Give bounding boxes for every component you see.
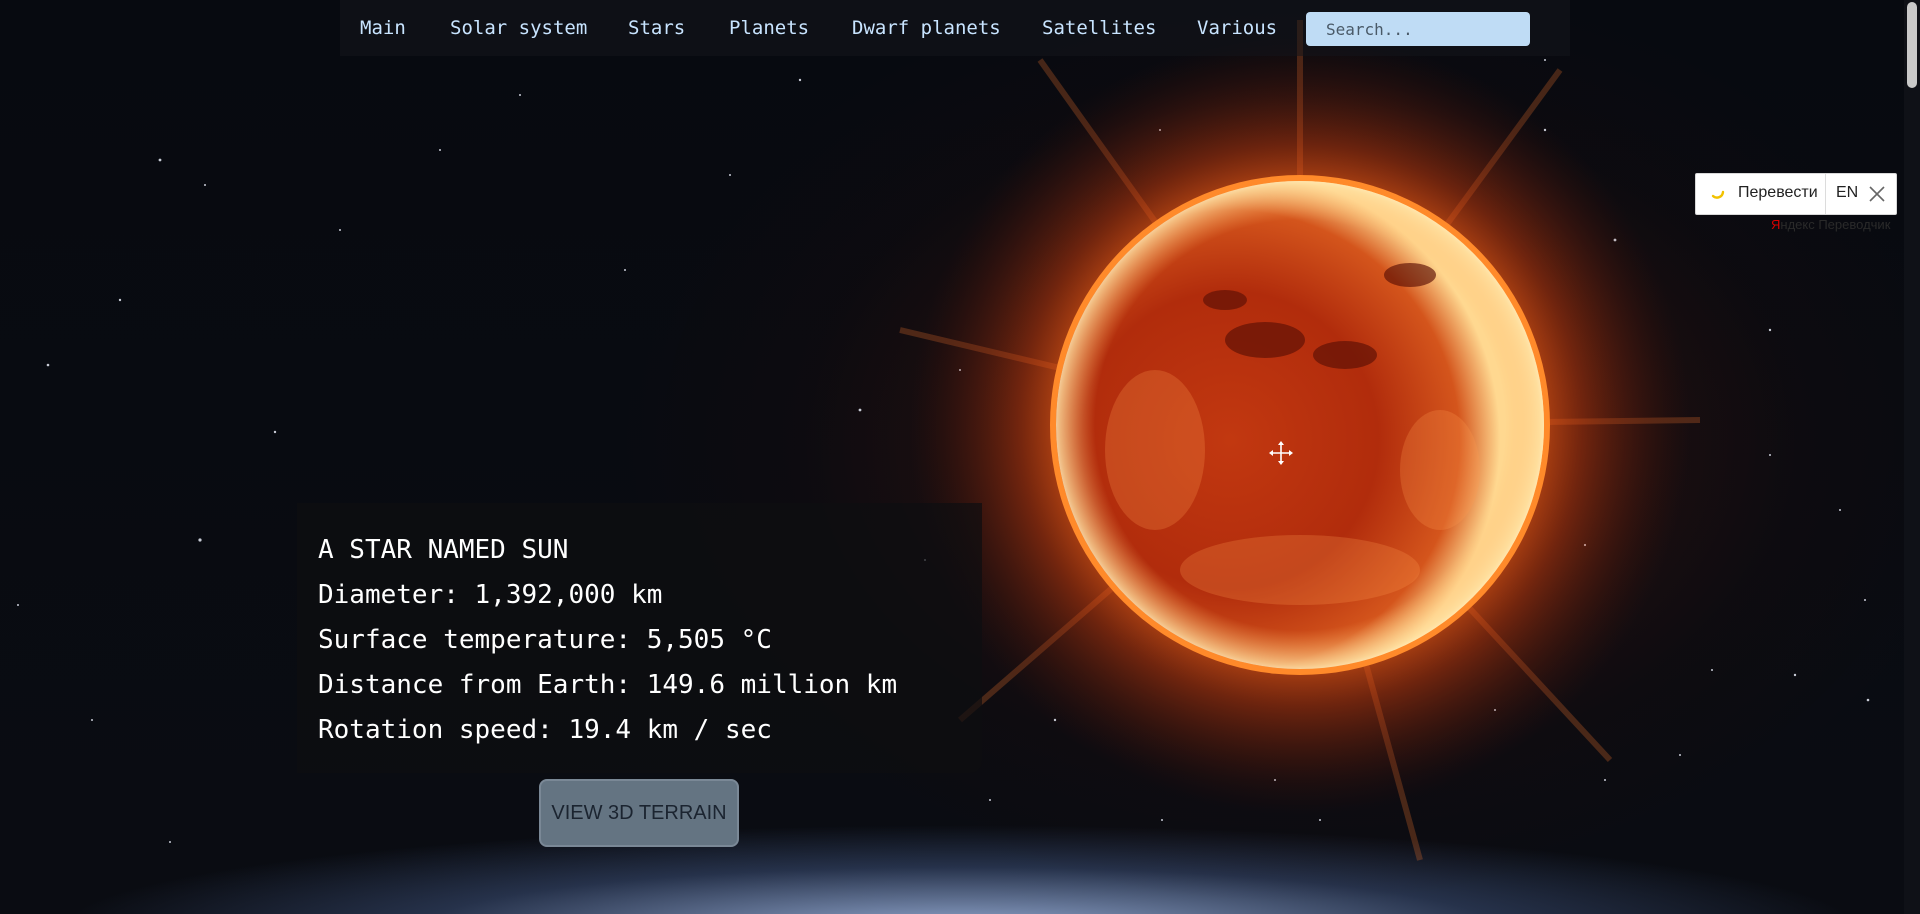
info-title: A STAR NAMED SUN: [318, 535, 569, 565]
brand-mark: Я: [1771, 217, 1781, 232]
yandex-translator-brand: Яндекс Переводчик: [1771, 217, 1890, 232]
info-distance: Distance from Earth: 149.6 million km: [318, 670, 898, 700]
search-input[interactable]: [1306, 12, 1530, 46]
scrollbar-thumb[interactable]: [1907, 2, 1917, 88]
nav-solar-system[interactable]: Solar system: [450, 17, 587, 39]
close-icon[interactable]: [1868, 185, 1886, 203]
nav-stars[interactable]: Stars: [628, 17, 685, 39]
scrollbar-track[interactable]: [1904, 0, 1920, 914]
spinner-icon: [1711, 190, 1725, 199]
info-diameter: Diameter: 1,392,000 km: [318, 580, 663, 610]
nav-satellites[interactable]: Satellites: [1042, 17, 1156, 39]
info-rotation: Rotation speed: 19.4 km / sec: [318, 715, 772, 745]
info-temperature: Surface temperature: 5,505 °C: [318, 625, 772, 655]
view-3d-terrain-button[interactable]: VIEW 3D TERRAIN: [539, 779, 739, 847]
nav-main[interactable]: Main: [360, 17, 406, 39]
language-selector[interactable]: EN: [1836, 184, 1858, 202]
sun-info-panel: A STAR NAMED SUN Diameter: 1,392,000 km …: [297, 503, 982, 773]
move-cursor-icon: [1269, 441, 1293, 465]
translate-button[interactable]: Перевести: [1738, 184, 1818, 202]
brand-text: ндекс Переводчик: [1780, 217, 1891, 232]
nav-various[interactable]: Various: [1197, 17, 1277, 39]
nav-planets[interactable]: Planets: [729, 17, 809, 39]
nav-dwarf-planets[interactable]: Dwarf planets: [852, 17, 1001, 39]
translate-divider: [1825, 174, 1826, 214]
translate-widget: Перевести EN: [1695, 173, 1897, 215]
sun-illustration: [899, 20, 1701, 861]
